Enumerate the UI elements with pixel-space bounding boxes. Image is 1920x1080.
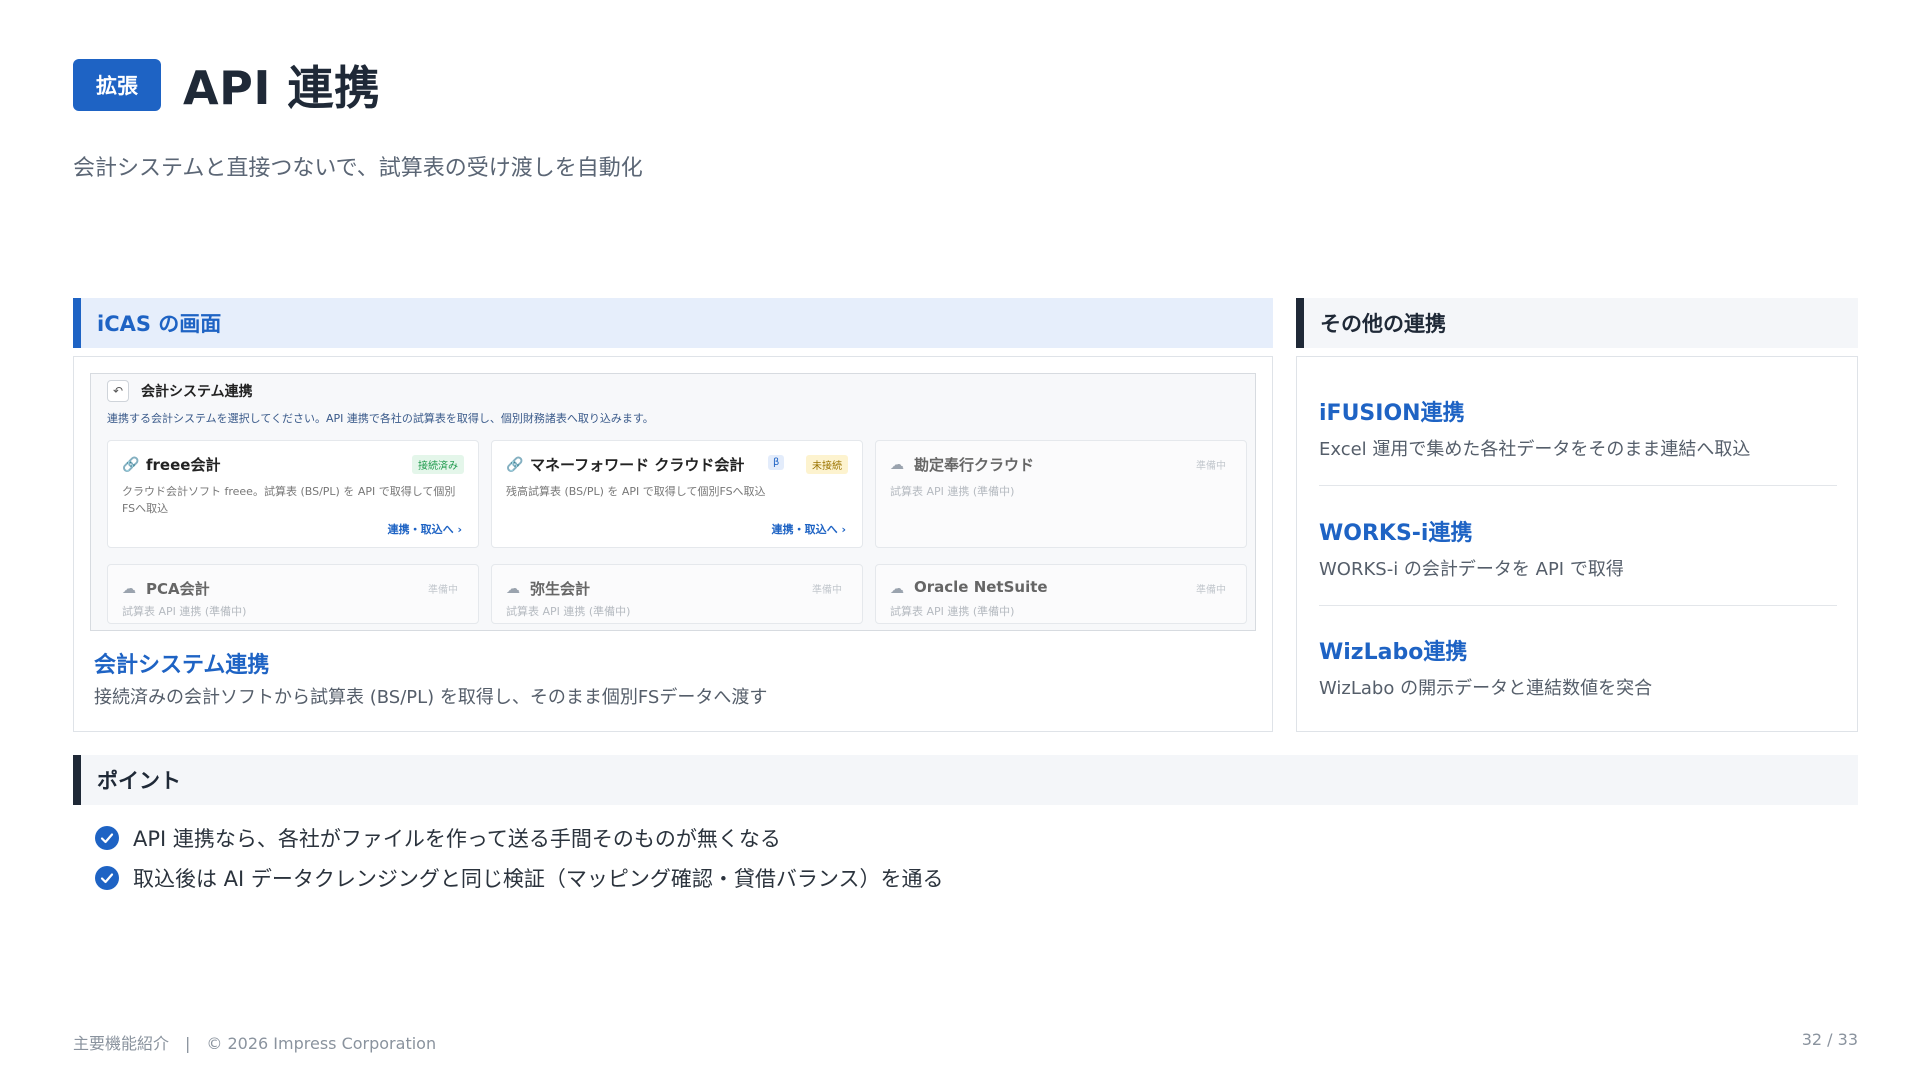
screenshot-title: 会計システム連携 (141, 384, 253, 400)
caption-title: 会計システム連携 (94, 653, 270, 678)
card-description: 試算表 API 連携 (準備中) (506, 605, 631, 618)
card-name: 弥生会計 (530, 580, 591, 598)
card-description: 試算表 API 連携 (準備中) (890, 605, 1015, 618)
cloud-icon: ☁ (122, 581, 136, 597)
caption-text: 接続済みの会計ソフトから試算表 (BS/PL) を取得し、そのまま個別FSデータ… (94, 687, 768, 708)
icas-screen-panel: ↶ 会計システム連携 連携する会計システムを選択してください。API 連携で各社… (73, 356, 1273, 732)
divider (1319, 605, 1837, 606)
point-text: 取込後は AI データクレンジングと同じ検証（マッピング確認・貸借バランス）を通… (133, 867, 944, 891)
other-integrations-panel: iFUSION連携 Excel 運用で集めた各社データをそのまま連結へ取込 WO… (1296, 356, 1858, 732)
card-yayoi: ☁ 弥生会計 準備中 試算表 API 連携 (準備中) (491, 564, 863, 624)
beta-badge: β (768, 455, 785, 470)
card-kanjo-bugyo: ☁ 勘定奉行クラウド 準備中 試算表 API 連携 (準備中) (875, 440, 1247, 548)
status-badge: 準備中 (1196, 461, 1226, 472)
status-badge: 準備中 (428, 585, 458, 596)
status-badge: 準備中 (812, 585, 842, 596)
page-subtitle: 会計システムと直接つないで、試算表の受け渡しを自動化 (73, 156, 643, 181)
status-badge: 準備中 (1196, 585, 1226, 596)
screenshot-mock: ↶ 会計システム連携 連携する会計システムを選択してください。API 連携で各社… (90, 373, 1256, 631)
card-name: PCA会計 (146, 580, 210, 598)
status-badge: 未接続 (806, 455, 848, 474)
card-description: 試算表 API 連携 (準備中) (890, 485, 1015, 498)
link-icon: 🔗 (122, 457, 140, 473)
card-oracle-netsuite: ☁ Oracle NetSuite 準備中 試算表 API 連携 (準備中) (875, 564, 1247, 624)
slide-header: 拡張 API 連携 (73, 56, 380, 115)
check-circle-icon (95, 866, 119, 890)
cloud-icon: ☁ (890, 581, 904, 597)
extension-badge: 拡張 (73, 59, 161, 111)
card-description: 試算表 API 連携 (準備中) (122, 605, 247, 618)
card-name: Oracle NetSuite (914, 578, 1048, 596)
screenshot-header: ↶ 会計システム連携 (107, 380, 253, 402)
cloud-icon: ☁ (506, 581, 520, 597)
divider (1319, 485, 1837, 486)
integration-wizlabo: WizLabo連携 WizLabo の開示データと連結数値を突合 (1319, 634, 1837, 700)
page-title: API 連携 (183, 61, 381, 115)
check-circle-icon (95, 826, 119, 850)
card-moneyforward[interactable]: 🔗 マネーフォワード クラウド会計 β 未接続 残高試算表 (BS/PL) を … (491, 440, 863, 548)
point-item: 取込後は AI データクレンジングと同じ検証（マッピング確認・貸借バランス）を通… (95, 863, 944, 893)
integration-title: WORKS-i連携 (1319, 521, 1473, 546)
integration-ifusion: iFUSION連携 Excel 運用で集めた各社データをそのまま連結へ取込 (1319, 395, 1837, 461)
other-integrations-heading: その他の連携 (1296, 298, 1858, 348)
screenshot-description: 連携する会計システムを選択してください。API 連携で各社の試算表を取得し、個別… (107, 412, 654, 425)
card-name: マネーフォワード クラウド会計 (530, 456, 745, 474)
page-number: 32 / 33 (1801, 1030, 1858, 1049)
card-freee[interactable]: 🔗 freee会計 接続済み クラウド会計ソフト freee。試算表 (BS/P… (107, 440, 479, 548)
point-text: API 連携なら、各社がファイルを作って送る手間そのものが無くなる (133, 827, 781, 851)
integration-text: Excel 運用で集めた各社データをそのまま連結へ取込 (1319, 439, 1751, 460)
integration-title: WizLabo連携 (1319, 640, 1468, 665)
connect-link[interactable]: 連携・取込へ › (772, 521, 846, 537)
point-item: API 連携なら、各社がファイルを作って送る手間そのものが無くなる (95, 823, 781, 853)
card-name: freee会計 (146, 456, 221, 474)
connect-link[interactable]: 連携・取込へ › (388, 521, 462, 537)
integration-works-i: WORKS-i連携 WORKS-i の会計データを API で取得 (1319, 515, 1837, 581)
integration-text: WizLabo の開示データと連結数値を突合 (1319, 678, 1653, 699)
card-description: クラウド会計ソフト freee。試算表 (BS/PL) を API で取得して個… (122, 485, 456, 515)
integration-title: iFUSION連携 (1319, 401, 1465, 426)
card-name: 勘定奉行クラウド (914, 456, 1035, 474)
cloud-icon: ☁ (890, 457, 904, 473)
footer-copyright: 主要機能紹介 | © 2026 Impress Corporation (73, 1034, 437, 1053)
integration-text: WORKS-i の会計データを API で取得 (1319, 559, 1624, 580)
points-heading: ポイント (73, 755, 1858, 805)
status-badge: 接続済み (412, 455, 464, 474)
back-icon[interactable]: ↶ (107, 380, 129, 402)
icas-screen-heading: iCAS の画面 (73, 298, 1273, 348)
card-pca: ☁ PCA会計 準備中 試算表 API 連携 (準備中) (107, 564, 479, 624)
card-description: 残高試算表 (BS/PL) を API で取得して個別FSへ取込 (506, 485, 766, 498)
link-icon: 🔗 (506, 457, 524, 473)
